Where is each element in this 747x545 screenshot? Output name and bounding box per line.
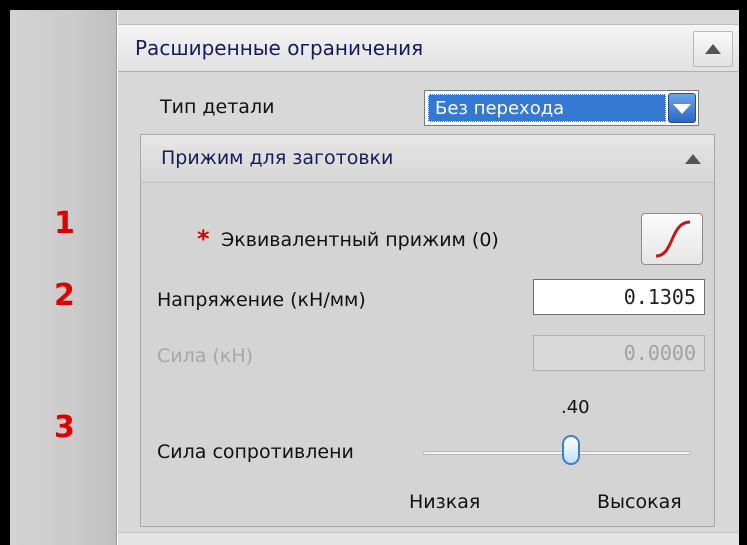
window-frame-left (0, 0, 10, 545)
window-frame-right (739, 0, 747, 545)
resistance-value: .40 (561, 397, 590, 418)
required-star-icon: * (197, 225, 210, 253)
group-title: Прижим для заготовки (161, 147, 394, 169)
dropdown-arrow-button[interactable] (668, 93, 696, 123)
resistance-slider-track[interactable] (423, 451, 691, 455)
blank-holder-group: Прижим для заготовки * Эквивалентный при… (140, 134, 715, 527)
slider-high-label: Высокая (597, 491, 682, 513)
stress-input[interactable]: 0.1305 (533, 279, 705, 315)
part-type-row: Тип детали Без перехода (118, 88, 739, 128)
annotation-3: 3 (54, 410, 75, 445)
stress-label: Напряжение (кН/мм) (157, 289, 366, 311)
panel-title: Расширенные ограничения (135, 36, 424, 60)
panel-bottom (118, 532, 739, 545)
chevron-up-icon[interactable] (685, 154, 701, 164)
panel-collapse-button[interactable] (693, 31, 733, 67)
resistance-label: Сила сопротивлени (157, 441, 354, 463)
force-label: Сила (кН) (157, 345, 254, 367)
curve-editor-button[interactable] (641, 213, 703, 265)
panel-header[interactable]: Расширенные ограничения (118, 24, 739, 72)
annotation-1: 1 (54, 206, 75, 241)
resistance-slider-thumb[interactable] (562, 435, 580, 465)
chevron-down-icon (673, 104, 691, 114)
advanced-constraints-panel: Расширенные ограничения Тип детали Без п… (118, 10, 739, 545)
s-curve-icon (655, 220, 691, 258)
group-header[interactable]: Прижим для заготовки (141, 135, 714, 183)
window-frame-top (0, 0, 747, 10)
slider-low-label: Низкая (409, 491, 481, 513)
part-type-selected-text: Без перехода (435, 98, 565, 119)
chevron-up-icon (705, 44, 721, 54)
force-input-disabled: 0.0000 (533, 335, 705, 371)
part-type-selected: Без перехода (428, 94, 666, 122)
annotation-2: 2 (54, 278, 75, 313)
part-type-label: Тип детали (160, 96, 275, 118)
equivalent-holder-label: Эквивалентный прижим (0) (221, 229, 499, 251)
part-type-dropdown[interactable]: Без перехода (424, 90, 699, 126)
